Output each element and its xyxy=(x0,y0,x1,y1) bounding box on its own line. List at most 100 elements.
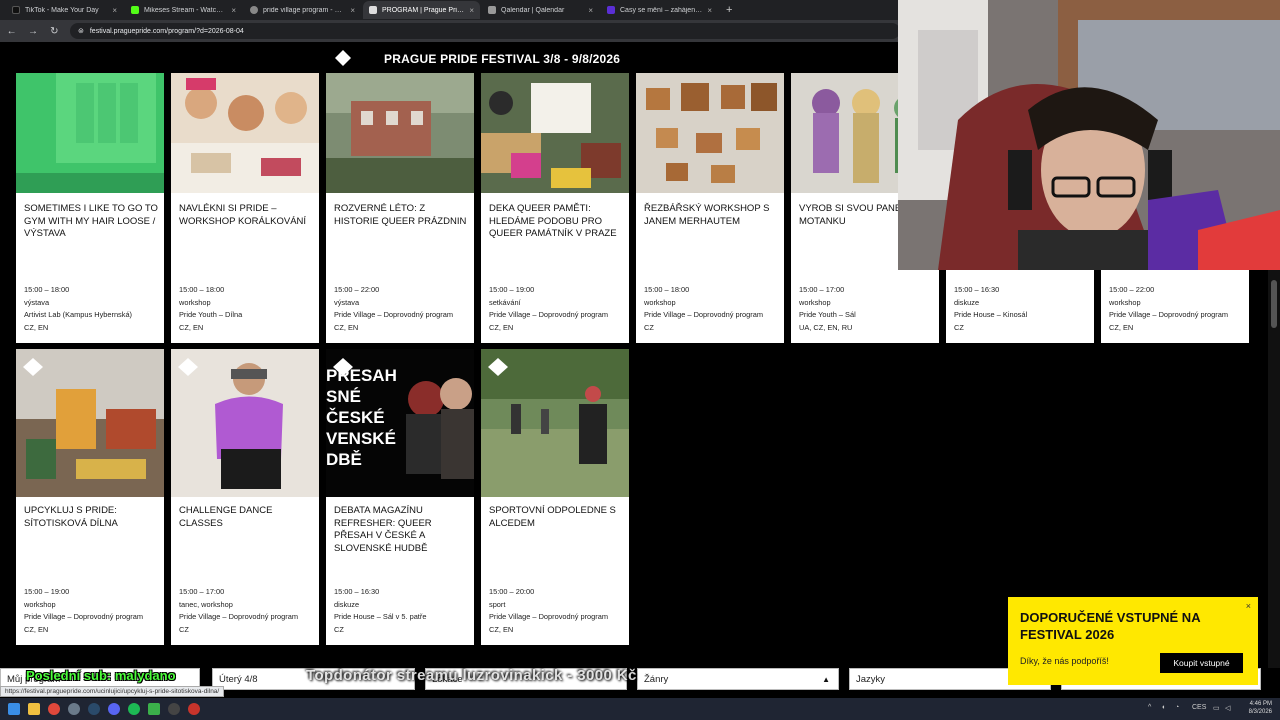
new-tab-button[interactable]: + xyxy=(720,4,732,16)
close-tab-icon[interactable]: × xyxy=(112,6,117,15)
event-place: Pride Village – Doprovodný program xyxy=(179,612,299,621)
tab-casy[interactable]: Časy se mění – zahájení festival× xyxy=(601,1,718,19)
event-time: 15:00 – 19:00 xyxy=(24,587,70,596)
vertical-scrollbar[interactable] xyxy=(1268,270,1280,670)
event-lang: UA, CZ, EN, RU xyxy=(799,322,853,332)
event-title: CHALLENGE DANCE CLASSES xyxy=(179,505,273,529)
event-card[interactable]: PŘESAH SNÉ ČESKÉ VENSKÉ DBĚ DEBATA MAGAZ… xyxy=(326,349,474,645)
reload-icon[interactable]: ↻ xyxy=(49,26,60,37)
app-icon[interactable] xyxy=(68,703,80,715)
tab-program[interactable]: PROGRAM | Prague Pride Festi× xyxy=(363,1,480,19)
event-type: workshop xyxy=(1109,297,1141,307)
event-lang: CZ, EN xyxy=(24,624,49,634)
event-type: workshop xyxy=(644,297,676,307)
monitor-icon[interactable]: ▭ xyxy=(1213,704,1220,712)
chrome-icon[interactable] xyxy=(48,703,60,715)
wifi-icon[interactable]: ◔ xyxy=(1175,704,1179,711)
url-field[interactable]: ⊜ festival.praguepride.com/program/?d=202… xyxy=(69,23,900,39)
festival-title: PRAGUE PRIDE FESTIVAL 3/8 - 9/8/2026 xyxy=(384,52,621,66)
file-explorer-icon[interactable] xyxy=(28,703,40,715)
event-place: Pride Village – Doprovodný program xyxy=(644,310,764,319)
heart-favorite-icon[interactable] xyxy=(22,357,44,377)
event-title: ROZVERNÉ LÉTO: Z HISTORIE QUEER PRÁZDNIN xyxy=(334,203,467,227)
tab-kick-stream[interactable]: Mikeses Stream - Watch Live o× xyxy=(125,1,242,19)
close-tab-icon[interactable]: × xyxy=(707,6,712,15)
event-image xyxy=(481,73,629,193)
event-card[interactable]: CHALLENGE DANCE CLASSES 15:00 – 17:00 ta… xyxy=(171,349,319,645)
event-meta: 15:00 – 19:00 setkávání Pride Village – … xyxy=(489,284,625,334)
app-icon[interactable] xyxy=(148,703,160,715)
chevron-up-icon[interactable]: ^ xyxy=(1148,704,1151,711)
event-time: 15:00 – 18:00 xyxy=(24,285,70,294)
event-image: PŘESAH SNÉ ČESKÉ VENSKÉ DBĚ xyxy=(326,349,474,497)
clock[interactable]: 4:46 PM 8/3/2026 xyxy=(1249,700,1272,716)
event-type: setkávání xyxy=(489,297,521,307)
buy-ticket-button[interactable]: Koupit vstupné xyxy=(1160,653,1243,673)
event-image xyxy=(16,73,164,193)
heart-favorite-icon[interactable] xyxy=(332,357,354,377)
event-time: 15:00 – 19:00 xyxy=(489,285,535,294)
taskbar: ^ ◐ ◔ CES ▭ ◁ 4:46 PM 8/3/2026 xyxy=(0,698,1280,720)
forward-arrow-icon[interactable]: → xyxy=(27,26,38,37)
heart-favorite-icon[interactable] xyxy=(487,357,509,377)
event-type: workshop xyxy=(179,297,211,307)
event-card[interactable]: UPCYKLUJ S PRIDE: SÍTOTISKOVÁ DÍLNA 15:0… xyxy=(16,349,164,645)
close-tab-icon[interactable]: × xyxy=(588,6,593,15)
close-tab-icon[interactable]: × xyxy=(350,6,355,15)
event-image xyxy=(171,73,319,193)
discord-icon[interactable] xyxy=(108,703,120,715)
status-url: https://festival.praguepride.com/ucinluj… xyxy=(0,686,225,697)
event-card[interactable]: NAVLÉKNI SI PRIDE – WORKSHOP KORÁLKOVÁNÍ… xyxy=(171,73,319,343)
event-type: výstava xyxy=(24,297,50,307)
event-lang: CZ xyxy=(644,322,654,332)
event-title: DEKA QUEER PAMĚTI: HLEDÁME PODOBU PRO QU… xyxy=(489,203,617,239)
event-type: výstava xyxy=(334,297,360,307)
browser-tab-bar: TikTok - Make Your Day × Mikeses Stream -… xyxy=(0,0,900,20)
event-card[interactable]: SOMETIMES I LIKE TO GO TO GYM WITH MY HA… xyxy=(16,73,164,343)
event-time: 15:00 – 16:30 xyxy=(334,587,380,596)
volume-icon[interactable]: ◁ xyxy=(1225,704,1230,712)
obs-icon[interactable] xyxy=(168,703,180,715)
spotify-icon[interactable] xyxy=(128,703,140,715)
close-tab-icon[interactable]: × xyxy=(231,6,236,15)
event-place: Pride Village – Doprovodný program xyxy=(1109,310,1229,319)
event-type: sport xyxy=(489,599,506,609)
promo-subtitle: Díky, že nás podpoříš! xyxy=(1020,656,1109,666)
steam-icon[interactable] xyxy=(88,703,100,715)
event-place: Pride Village – Doprovodný program xyxy=(24,612,144,621)
event-card[interactable]: SPORTOVNÍ ODPOLEDNE S ALCEDEM 15:00 – 20… xyxy=(481,349,629,645)
site-info-icon[interactable]: ⊜ xyxy=(78,27,84,35)
heart-logo-icon[interactable] xyxy=(333,48,353,68)
tab-tiktok[interactable]: TikTok - Make Your Day × xyxy=(6,1,123,19)
network-icon[interactable]: ◐ xyxy=(1162,704,1166,711)
back-arrow-icon[interactable]: ← xyxy=(6,26,17,37)
tab-qalendar[interactable]: Qalendar | Qalendar × xyxy=(482,1,599,19)
heart-favorite-icon[interactable] xyxy=(177,357,199,377)
event-meta: 15:00 – 22:00 výstava Pride Village – Do… xyxy=(334,284,470,334)
event-card[interactable]: DEKA QUEER PAMĚTI: HLEDÁME PODOBU PRO QU… xyxy=(481,73,629,343)
event-time: 15:00 – 20:00 xyxy=(489,587,535,596)
language-indicator[interactable]: CES xyxy=(1192,704,1206,711)
event-place: Pride House – Kinosál xyxy=(954,310,1028,319)
event-title: SOMETIMES I LIKE TO GO TO GYM WITH MY HA… xyxy=(24,203,158,239)
event-time: 15:00 – 22:00 xyxy=(1109,285,1155,294)
event-card[interactable]: ROZVERNÉ LÉTO: Z HISTORIE QUEER PRÁZDNIN… xyxy=(326,73,474,343)
tab-search[interactable]: pride village program - Hledat× xyxy=(244,1,361,19)
close-icon[interactable]: × xyxy=(1246,601,1251,611)
event-card[interactable]: ŘEZBÁŘSKÝ WORKSHOP S JANEM MERHAUTEM 15:… xyxy=(636,73,784,343)
genre-select[interactable]: Žánry ▲ xyxy=(637,668,839,690)
last-sub-overlay: Poslední sub: malydano xyxy=(26,668,176,683)
close-tab-icon[interactable]: × xyxy=(469,6,474,15)
scrollbar-thumb[interactable] xyxy=(1271,280,1277,328)
ticket-promo-popup: × DOPORUČENÉ VSTUPNÉ NA FESTIVAL 2026 Dí… xyxy=(1008,597,1258,685)
webcam-image xyxy=(898,0,1280,270)
event-lang: CZ xyxy=(334,624,344,634)
site-icon xyxy=(607,6,615,14)
event-meta: 15:00 – 17:00 workshop Pride Youth – Sál… xyxy=(799,284,935,334)
app-icon[interactable] xyxy=(188,703,200,715)
windows-start-icon[interactable] xyxy=(8,703,20,715)
address-bar: ← → ↻ ⊜ festival.praguepride.com/program/… xyxy=(0,20,900,42)
search-icon xyxy=(250,6,258,14)
event-title: ŘEZBÁŘSKÝ WORKSHOP S JANEM MERHAUTEM xyxy=(644,203,770,227)
event-lang: CZ, EN xyxy=(489,624,514,634)
